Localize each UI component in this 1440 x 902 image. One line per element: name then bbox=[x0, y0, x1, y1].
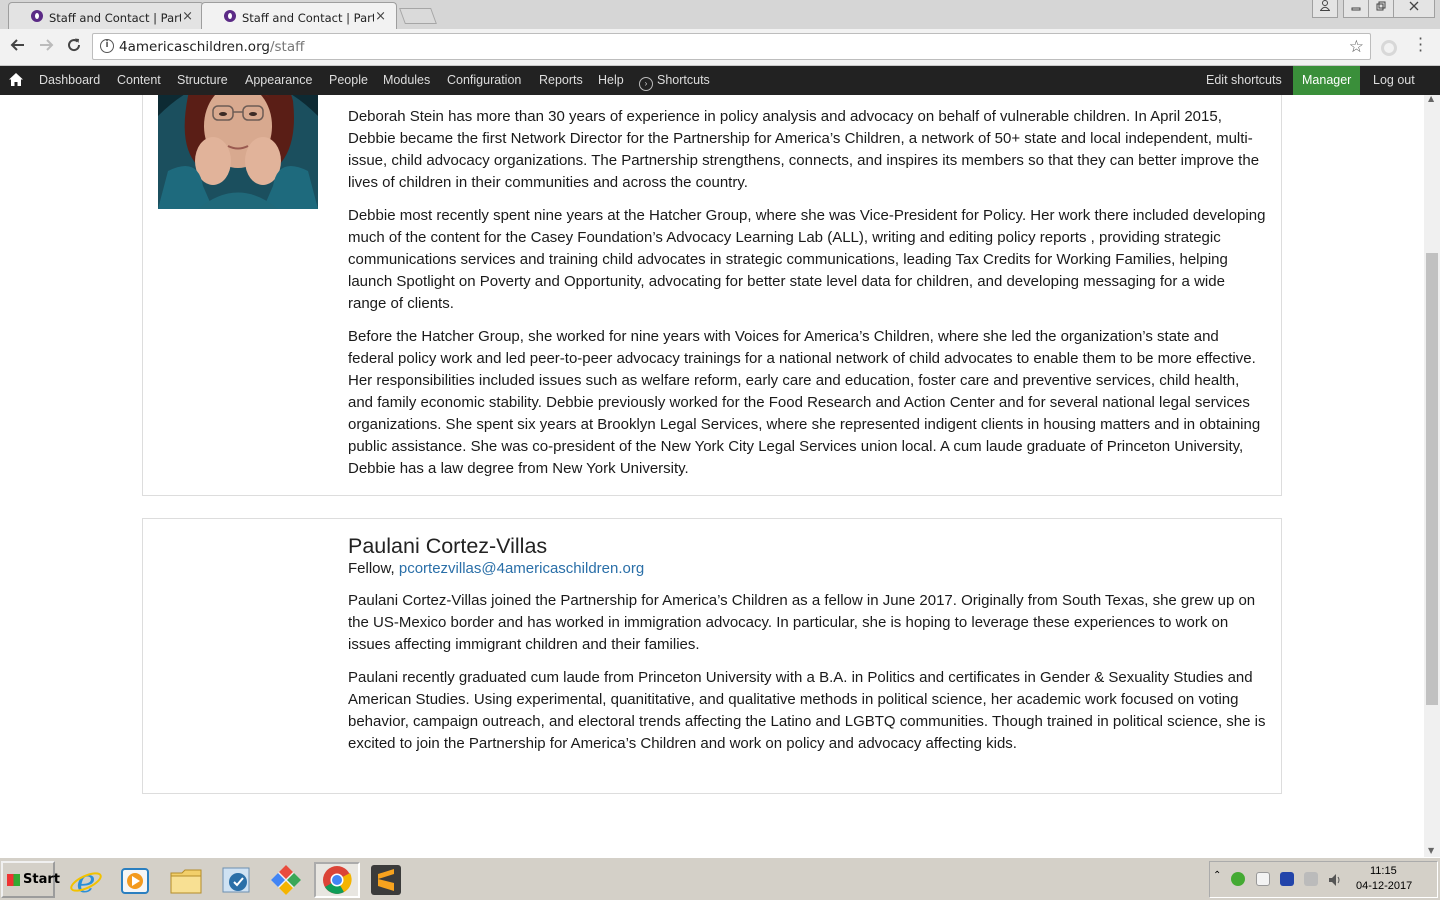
internet-explorer-icon[interactable]: e bbox=[68, 862, 104, 900]
back-icon[interactable] bbox=[9, 36, 27, 59]
admin-menu-configuration[interactable]: Configuration bbox=[447, 66, 521, 95]
staff-photo bbox=[158, 95, 318, 209]
shortcuts-icon: › bbox=[639, 77, 653, 91]
bio-paragraph: Debbie most recently spent nine years at… bbox=[348, 207, 1266, 312]
extension-icon[interactable] bbox=[1381, 40, 1397, 56]
staff-bio: Paulani Cortez-Villas Fellow, pcortezvil… bbox=[348, 533, 1266, 766]
bio-paragraph: Paulani recently graduated cum laude fro… bbox=[348, 669, 1266, 752]
browser-tab-1[interactable]: Staff and Contact | Partner × bbox=[8, 2, 204, 29]
sublime-text-icon[interactable] bbox=[368, 862, 404, 898]
staff-bio: Deborah Stein has more than 30 years of … bbox=[348, 106, 1266, 491]
tab-title: Staff and Contact | Partner bbox=[49, 11, 181, 25]
page-scrollbar[interactable]: ▲ ▼ bbox=[1424, 94, 1440, 857]
staff-role-title: Fellow, bbox=[348, 560, 395, 577]
minimize-icon[interactable] bbox=[1343, 0, 1369, 18]
address-bar[interactable]: i 4americaschildren.org/staff ☆ bbox=[92, 33, 1371, 60]
tab-title: Staff and Contact | Partner bbox=[242, 11, 374, 25]
admin-menu-help[interactable]: Help bbox=[598, 66, 624, 95]
staff-name: Paulani Cortez-Villas bbox=[348, 534, 548, 558]
home-icon[interactable] bbox=[9, 73, 23, 86]
taskbar: Start e bbox=[0, 857, 1440, 900]
admin-menu-appearance[interactable]: Appearance bbox=[245, 66, 312, 95]
tray-app-icon[interactable] bbox=[1280, 872, 1294, 886]
clock-time[interactable]: 11:15 bbox=[1370, 865, 1397, 877]
tray-network-icon[interactable] bbox=[1304, 872, 1318, 886]
browser-menu-icon[interactable]: · · · bbox=[1418, 31, 1423, 59]
admin-menu-modules[interactable]: Modules bbox=[383, 66, 430, 95]
admin-menu-people[interactable]: People bbox=[329, 66, 368, 95]
tab-close-icon[interactable]: × bbox=[375, 9, 386, 24]
edit-shortcuts-link[interactable]: Edit shortcuts bbox=[1206, 66, 1282, 95]
staff-card-paulani-cortez-villas: Paulani Cortez-Villas Fellow, pcortezvil… bbox=[142, 518, 1282, 794]
admin-menu-shortcuts[interactable]: › Shortcuts bbox=[639, 66, 710, 95]
tray-volume-icon[interactable] bbox=[1328, 872, 1342, 886]
app-diamond-icon[interactable] bbox=[268, 862, 304, 898]
bookmark-star-icon[interactable]: ☆ bbox=[1349, 37, 1364, 57]
page-viewport: Deborah Stein has more than 30 years of … bbox=[0, 95, 1424, 857]
admin-menu-dashboard[interactable]: Dashboard bbox=[39, 66, 100, 95]
admin-menu-structure[interactable]: Structure bbox=[177, 66, 228, 95]
profile-icon[interactable] bbox=[1312, 0, 1338, 18]
restore-icon[interactable] bbox=[1368, 0, 1394, 18]
scrollbar-thumb[interactable] bbox=[1426, 253, 1438, 705]
bio-paragraph: Before the Hatcher Group, she worked for… bbox=[348, 328, 1261, 477]
windows-flag-icon bbox=[7, 874, 20, 886]
svg-text:e: e bbox=[77, 862, 96, 898]
browser-tab-2[interactable]: Staff and Contact | Partner × bbox=[201, 2, 397, 29]
bio-paragraph: Deborah Stein has more than 30 years of … bbox=[348, 108, 1260, 191]
browser-toolbar: i 4americaschildren.org/staff ☆ · · · bbox=[0, 29, 1440, 66]
tray-show-hidden-icon[interactable]: ⌃ bbox=[1213, 870, 1221, 881]
forward-icon[interactable] bbox=[37, 36, 55, 59]
scroll-up-arrow-icon[interactable]: ▲ bbox=[1428, 94, 1434, 103]
start-button[interactable]: Start bbox=[1, 861, 60, 898]
window-close-icon[interactable] bbox=[1393, 0, 1435, 18]
staff-email-link[interactable]: pcortezvillas@4americaschildren.org bbox=[399, 560, 644, 577]
staff-card-deborah-stein: Deborah Stein has more than 30 years of … bbox=[142, 95, 1282, 496]
new-tab-button[interactable] bbox=[399, 8, 437, 24]
url-text: 4americaschildren.org/staff bbox=[119, 39, 305, 55]
file-explorer-icon[interactable] bbox=[168, 862, 204, 898]
manager-user-link[interactable]: Manager bbox=[1293, 66, 1361, 95]
staff-role: Fellow, pcortezvillas@4americaschildren.… bbox=[348, 559, 1266, 579]
bio-paragraph: Paulani Cortez-Villas joined the Partner… bbox=[348, 592, 1256, 653]
clock-date[interactable]: 04-12-2017 bbox=[1356, 880, 1412, 892]
reload-icon[interactable] bbox=[65, 36, 83, 59]
control-panel-icon[interactable] bbox=[218, 862, 254, 898]
scroll-down-arrow-icon[interactable]: ▼ bbox=[1428, 846, 1434, 855]
tab-close-icon[interactable]: × bbox=[182, 9, 193, 24]
admin-toolbar: Dashboard Content Structure Appearance P… bbox=[0, 66, 1440, 95]
logout-link[interactable]: Log out bbox=[1373, 66, 1415, 95]
admin-menu-reports[interactable]: Reports bbox=[539, 66, 583, 95]
browser-tab-strip: Staff and Contact | Partner × Staff and … bbox=[0, 0, 1440, 29]
tray-security-icon[interactable] bbox=[1231, 872, 1245, 886]
site-favicon-icon bbox=[224, 10, 236, 22]
site-info-icon[interactable]: i bbox=[100, 39, 114, 53]
admin-menu-content[interactable]: Content bbox=[117, 66, 161, 95]
tray-flag-icon[interactable] bbox=[1256, 872, 1270, 886]
chrome-icon[interactable] bbox=[314, 862, 360, 898]
site-favicon-icon bbox=[31, 10, 43, 22]
media-player-icon[interactable] bbox=[118, 862, 154, 898]
